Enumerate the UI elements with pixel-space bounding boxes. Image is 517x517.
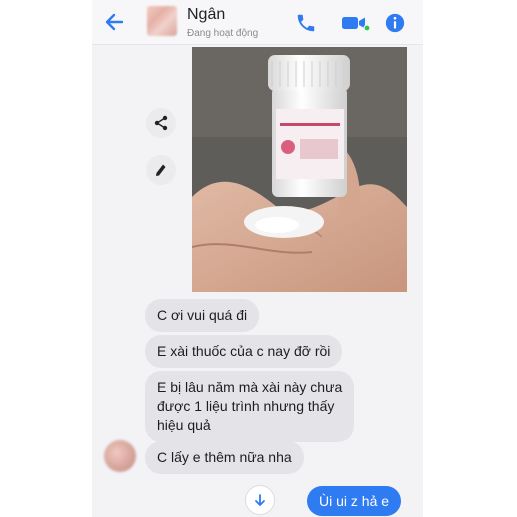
product-photo[interactable]	[192, 47, 407, 292]
message-bubble[interactable]: E xài thuốc của c nay đỡ rồi	[145, 335, 343, 368]
edit-icon	[156, 164, 166, 176]
chat-header: Ngân Đang hoạt động	[92, 0, 423, 45]
scroll-down-button[interactable]	[245, 485, 275, 515]
message-bubble[interactable]: C ơi vui quá đi	[145, 299, 260, 332]
outgoing-message-bubble[interactable]: Ùi ui z hả e	[307, 486, 402, 516]
message-bubble[interactable]: C lấy e thêm nữa nha	[145, 441, 304, 474]
message-bubble[interactable]: E bị lâu năm mà xài này chưa được 1 liệu…	[145, 371, 355, 442]
phone-icon[interactable]	[295, 12, 317, 34]
video-icon[interactable]	[340, 12, 370, 34]
info-icon[interactable]	[384, 12, 406, 34]
share-button[interactable]	[146, 108, 176, 138]
edit-button[interactable]	[146, 155, 176, 185]
chat-screen: Ngân Đang hoạt động C ơi vui quá đi E xà…	[92, 0, 423, 517]
contact-avatar[interactable]	[147, 6, 177, 36]
arrow-down-icon	[255, 494, 265, 506]
contact-name[interactable]: Ngân	[187, 6, 225, 24]
share-icon	[154, 115, 168, 131]
sender-avatar[interactable]	[104, 440, 136, 472]
back-arrow-icon[interactable]	[102, 9, 128, 35]
contact-status: Đang hoạt động	[187, 28, 259, 39]
photo-image	[192, 47, 407, 292]
